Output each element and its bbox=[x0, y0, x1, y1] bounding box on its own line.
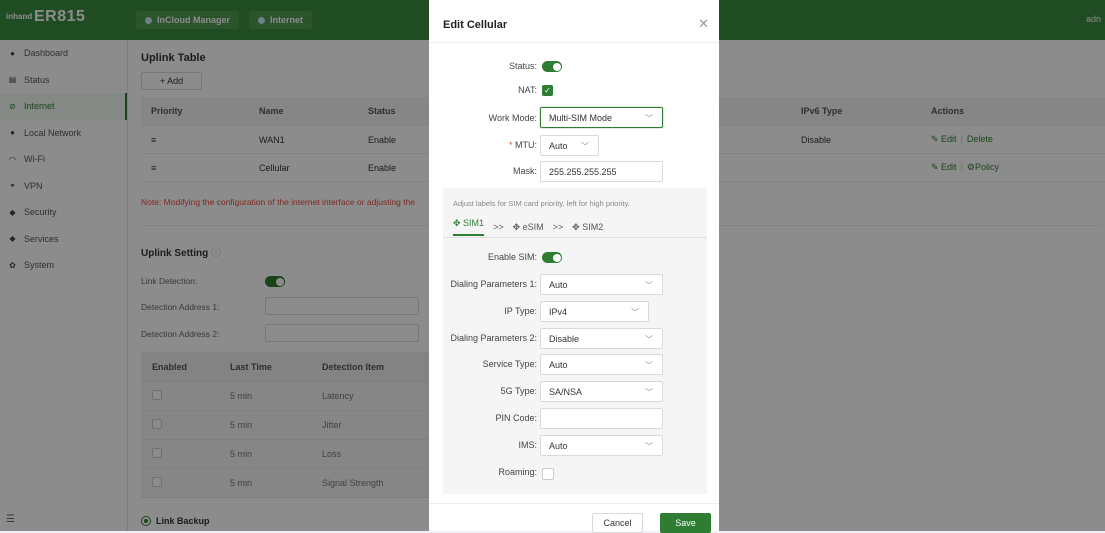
status-label: Status: bbox=[508, 61, 537, 71]
chevron-down-icon: ﹀ bbox=[581, 142, 589, 151]
cancel-button[interactable]: Cancel bbox=[592, 513, 643, 533]
mtu-value: Auto bbox=[549, 140, 568, 151]
ims-label: IMS: bbox=[518, 440, 537, 450]
arrow-separator: >> bbox=[493, 222, 504, 232]
service-type-select[interactable]: Auto ﹀ bbox=[540, 354, 663, 375]
ims-select[interactable]: Auto ﹀ bbox=[540, 435, 663, 456]
ip-type-value: IPv4 bbox=[549, 306, 568, 317]
chevron-down-icon: ﹀ bbox=[645, 442, 653, 451]
tab-sim2[interactable]: ✥ SIM2 bbox=[572, 222, 603, 233]
5g-type-value: SA/NSA bbox=[549, 386, 583, 397]
tab-label: SIM1 bbox=[463, 218, 485, 228]
chevron-down-icon: ﹀ bbox=[645, 281, 653, 290]
service-type-label: Service Type: bbox=[482, 359, 537, 369]
sim-panel: Adjust labels for SIM card priority, lef… bbox=[443, 188, 707, 494]
dialing-params-2-label: Dialing Parameters 2: bbox=[450, 333, 537, 343]
tab-label: SIM2 bbox=[582, 221, 604, 232]
nat-label: NAT: bbox=[518, 85, 537, 95]
sim-hint: Adjust labels for SIM card priority, lef… bbox=[453, 199, 630, 208]
chevron-down-icon: ﹀ bbox=[645, 114, 653, 123]
work-mode-value: Multi-SIM Mode bbox=[549, 112, 613, 123]
close-icon[interactable]: ✕ bbox=[698, 16, 709, 32]
mask-input[interactable]: 255.255.255.255 bbox=[540, 161, 663, 182]
service-type-value: Auto bbox=[549, 359, 568, 370]
mtu-label: * MTU: bbox=[508, 140, 537, 150]
dialing-params-1-label: Dialing Parameters 1: bbox=[450, 279, 537, 289]
5g-type-label: 5G Type: bbox=[500, 386, 537, 396]
status-toggle[interactable] bbox=[542, 61, 562, 72]
pin-code-label: PIN Code: bbox=[495, 413, 537, 423]
enable-sim-toggle[interactable] bbox=[542, 252, 562, 263]
ims-value: Auto bbox=[549, 440, 568, 451]
arrow-separator: >> bbox=[552, 222, 564, 232]
modal-footer bbox=[429, 503, 719, 504]
mtu-select[interactable]: Auto ﹀ bbox=[540, 135, 599, 156]
ip-type-select[interactable]: IPv4 ﹀ bbox=[540, 301, 649, 322]
divider bbox=[443, 237, 707, 238]
mask-value: 255.255.255.255 bbox=[549, 166, 617, 177]
edit-cellular-modal: Edit Cellular ✕ Status: NAT: ✓ Work Mode… bbox=[429, 0, 719, 533]
enable-sim-label: Enable SIM: bbox=[487, 252, 537, 262]
save-button[interactable]: Save bbox=[660, 513, 711, 533]
work-mode-label: Work Mode: bbox=[488, 113, 537, 123]
roaming-checkbox[interactable] bbox=[542, 468, 554, 480]
divider bbox=[429, 42, 719, 43]
pin-code-input[interactable] bbox=[540, 408, 663, 429]
work-mode-select[interactable]: Multi-SIM Mode ﹀ bbox=[540, 107, 663, 128]
dialing-params-1-value: Auto bbox=[549, 279, 568, 290]
5g-type-select[interactable]: SA/NSA ﹀ bbox=[540, 381, 663, 402]
dialing-params-2-select[interactable]: Disable ﹀ bbox=[540, 328, 663, 349]
nat-checkbox[interactable]: ✓ bbox=[542, 85, 553, 96]
roaming-label: Roaming: bbox=[498, 467, 537, 477]
sim-tabs: ✥ SIM1 >> ✥ eSIM >> ✥ SIM2 bbox=[453, 218, 603, 236]
chevron-down-icon: ﹀ bbox=[631, 308, 639, 317]
chevron-down-icon: ﹀ bbox=[645, 388, 653, 397]
tab-label: eSIM bbox=[522, 221, 544, 232]
chevron-down-icon: ﹀ bbox=[645, 335, 653, 344]
ip-type-label: IP Type: bbox=[504, 306, 537, 316]
modal-title: Edit Cellular bbox=[443, 19, 508, 31]
tab-sim1[interactable]: ✥ SIM1 bbox=[453, 218, 485, 236]
mtu-label-text: MTU: bbox=[515, 140, 537, 150]
dialing-params-2-value: Disable bbox=[549, 333, 580, 344]
mask-label: Mask: bbox=[512, 166, 537, 176]
tab-esim[interactable]: ✥ eSIM bbox=[513, 222, 544, 233]
chevron-down-icon: ﹀ bbox=[645, 361, 653, 370]
dialing-params-1-select[interactable]: Auto ﹀ bbox=[540, 274, 663, 295]
